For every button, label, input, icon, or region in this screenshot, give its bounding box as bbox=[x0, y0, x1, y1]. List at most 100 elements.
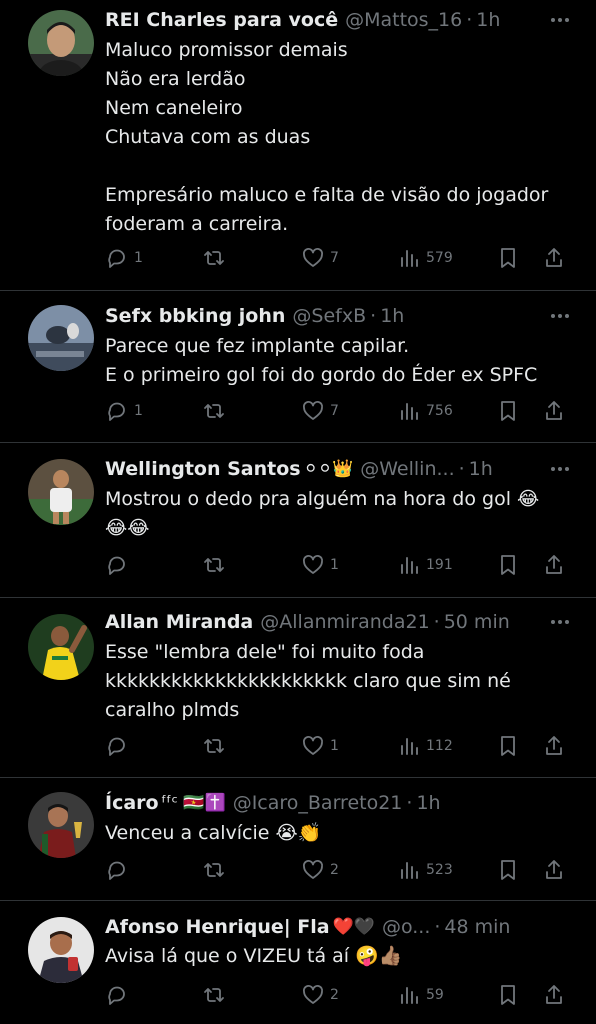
more-icon[interactable] bbox=[548, 8, 572, 32]
retweet-button[interactable] bbox=[201, 857, 232, 883]
retweet-icon bbox=[201, 246, 227, 270]
reply-count: 1 bbox=[134, 250, 143, 266]
share-button[interactable] bbox=[543, 982, 565, 1008]
view-count: 756 bbox=[426, 403, 453, 419]
retweet-button[interactable] bbox=[201, 245, 232, 271]
share-icon bbox=[543, 553, 565, 577]
timestamp[interactable]: 1h bbox=[469, 458, 493, 480]
views-button[interactable]: 112 bbox=[399, 733, 453, 759]
tweet-text: Avisa lá que o VIZEU tá aí 🤪👍🏽 bbox=[105, 945, 403, 967]
reply-button[interactable] bbox=[105, 552, 134, 578]
bookmark-button[interactable] bbox=[497, 982, 519, 1008]
view-count: 579 bbox=[426, 250, 453, 266]
tweet-text: Esse "lembra dele" foi muito foda kkkkkk… bbox=[105, 641, 511, 721]
more-icon[interactable] bbox=[548, 304, 572, 328]
display-name[interactable]: Afonso Henrique| Fla bbox=[105, 916, 330, 938]
timestamp[interactable]: 1h bbox=[416, 792, 440, 814]
user-handle[interactable]: @Wellin... bbox=[360, 458, 454, 480]
tweet-item[interactable]: REI Charles para você @Mattos_16 · 1h Ma… bbox=[0, 0, 596, 291]
share-icon bbox=[543, 399, 565, 423]
like-button[interactable]: 1 bbox=[301, 733, 339, 759]
tweet-item[interactable]: Allan Miranda @Allanmiranda21 · 50 min E… bbox=[0, 597, 596, 778]
views-button[interactable]: 523 bbox=[399, 857, 453, 883]
retweet-button[interactable] bbox=[201, 733, 232, 759]
tweet-item[interactable]: Sefx bbking john @SefxB · 1h Parece que … bbox=[0, 290, 596, 443]
share-button[interactable] bbox=[543, 398, 565, 424]
like-button[interactable]: 2 bbox=[301, 857, 339, 883]
reply-button[interactable] bbox=[105, 857, 134, 883]
name-emoji-badges: ⚪⚪👑 bbox=[303, 459, 354, 479]
like-icon bbox=[301, 553, 325, 577]
like-count: 1 bbox=[330, 738, 339, 754]
reply-button[interactable] bbox=[105, 733, 134, 759]
views-button[interactable]: 579 bbox=[399, 245, 453, 271]
separator-dot: · bbox=[458, 458, 465, 480]
views-icon bbox=[399, 734, 421, 758]
retweet-button[interactable] bbox=[201, 552, 232, 578]
separator-dot: · bbox=[370, 305, 377, 327]
bookmark-button[interactable] bbox=[497, 857, 519, 883]
share-button[interactable] bbox=[543, 245, 565, 271]
user-handle[interactable]: @Allanmiranda21 bbox=[260, 611, 429, 633]
avatar[interactable] bbox=[28, 614, 94, 680]
retweet-button[interactable] bbox=[201, 982, 232, 1008]
display-name[interactable]: Sefx bbking john bbox=[105, 305, 285, 327]
reply-icon bbox=[105, 983, 129, 1007]
share-icon bbox=[543, 246, 565, 270]
more-icon[interactable] bbox=[548, 457, 572, 481]
action-bar: 2 523 bbox=[105, 857, 565, 883]
user-handle[interactable]: @Mattos_16 bbox=[345, 9, 462, 31]
like-button[interactable]: 7 bbox=[301, 245, 339, 271]
share-button[interactable] bbox=[543, 733, 565, 759]
like-button[interactable]: 2 bbox=[301, 982, 339, 1008]
view-count: 191 bbox=[426, 557, 453, 573]
separator-dot: · bbox=[466, 9, 473, 31]
avatar[interactable] bbox=[28, 792, 94, 858]
like-button[interactable]: 1 bbox=[301, 552, 339, 578]
reply-button[interactable] bbox=[105, 982, 134, 1008]
share-button[interactable] bbox=[543, 552, 565, 578]
avatar[interactable] bbox=[28, 305, 94, 371]
like-count: 2 bbox=[330, 862, 339, 878]
share-button[interactable] bbox=[543, 857, 565, 883]
tweet-header: Wellington Santos ⚪⚪👑 @Wellin... · 1h bbox=[105, 454, 550, 484]
timestamp[interactable]: 50 min bbox=[444, 611, 510, 633]
tweet-text: Parece que fez implante capilar. E o pri… bbox=[105, 335, 538, 386]
display-name[interactable]: Allan Miranda bbox=[105, 611, 253, 633]
tweet-item[interactable]: Wellington Santos ⚪⚪👑 @Wellin... · 1h Mo… bbox=[0, 442, 596, 598]
bookmark-button[interactable] bbox=[497, 733, 519, 759]
more-icon[interactable] bbox=[548, 610, 572, 634]
avatar[interactable] bbox=[28, 10, 94, 76]
avatar[interactable] bbox=[28, 459, 94, 525]
like-count: 1 bbox=[330, 557, 339, 573]
tweet-item[interactable]: Ícaro ᶠᶠᶜ 🇸🇷✝️ @Icaro_Barreto21 · 1h Ven… bbox=[0, 777, 596, 901]
retweet-button[interactable] bbox=[201, 398, 232, 424]
user-handle[interactable]: @o... bbox=[382, 916, 430, 938]
like-icon bbox=[301, 858, 325, 882]
timestamp[interactable]: 1h bbox=[476, 9, 500, 31]
user-handle[interactable]: @Icaro_Barreto21 bbox=[233, 792, 403, 814]
bookmark-icon bbox=[497, 399, 519, 423]
bookmark-button[interactable] bbox=[497, 398, 519, 424]
timestamp[interactable]: 48 min bbox=[444, 916, 510, 938]
views-button[interactable]: 191 bbox=[399, 552, 453, 578]
reply-button[interactable]: 1 bbox=[105, 245, 143, 271]
reply-icon bbox=[105, 553, 129, 577]
user-handle[interactable]: @SefxB bbox=[292, 305, 366, 327]
timestamp[interactable]: 1h bbox=[380, 305, 404, 327]
action-bar: 1 7 579 bbox=[105, 245, 565, 271]
bookmark-icon bbox=[497, 553, 519, 577]
views-button[interactable]: 756 bbox=[399, 398, 453, 424]
reply-icon bbox=[105, 858, 129, 882]
display-name[interactable]: Wellington Santos bbox=[105, 458, 301, 480]
views-button[interactable]: 59 bbox=[399, 982, 444, 1008]
tweet-item[interactable]: Afonso Henrique| Fla ❤️🖤 @o... · 48 min … bbox=[0, 900, 596, 1024]
display-name[interactable]: REI Charles para você bbox=[105, 9, 338, 31]
reply-button[interactable]: 1 bbox=[105, 398, 143, 424]
avatar[interactable] bbox=[28, 917, 94, 983]
display-name[interactable]: Ícaro bbox=[105, 792, 159, 814]
like-button[interactable]: 7 bbox=[301, 398, 339, 424]
bookmark-button[interactable] bbox=[497, 245, 519, 271]
bookmark-button[interactable] bbox=[497, 552, 519, 578]
reply-icon bbox=[105, 399, 129, 423]
